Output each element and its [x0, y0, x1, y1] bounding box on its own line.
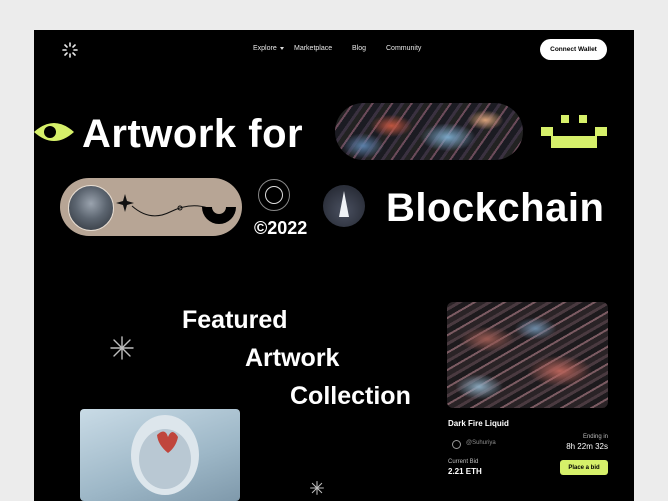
current-bid-label: Current Bid: [448, 459, 479, 465]
nav-marketplace[interactable]: Marketplace: [294, 45, 332, 52]
asterisk-icon: [310, 481, 324, 495]
hero-title-line2: Blockchain: [386, 186, 605, 230]
creator-handle[interactable]: @Suhuriya: [466, 440, 496, 446]
featured-line1: Featured: [182, 306, 288, 334]
curve-line-icon: [131, 205, 209, 217]
nav-explore[interactable]: Explore: [253, 45, 277, 52]
year-label: ©2022: [254, 218, 308, 238]
sail-icon: [339, 191, 349, 217]
creator-icon: [452, 440, 461, 449]
nav-blog[interactable]: Blog: [352, 45, 366, 52]
hero-title-line1: Artwork for: [82, 112, 304, 156]
coin-icon: [258, 179, 290, 211]
chevron-down-icon[interactable]: [280, 47, 284, 50]
statue-artwork-image[interactable]: [80, 409, 240, 501]
dark-fire-liquid-image[interactable]: [447, 302, 608, 408]
half-ring-icon: [202, 200, 236, 224]
artwork-pill: [60, 178, 242, 236]
current-bid-value: 2.21 ETH: [448, 467, 482, 476]
nav-community[interactable]: Community: [386, 45, 421, 52]
logo-icon[interactable]: [62, 42, 78, 58]
eye-icon: [34, 123, 74, 141]
avatar: [68, 185, 114, 231]
ending-label: Ending in: [582, 434, 608, 440]
marble-artwork-pill: [335, 103, 523, 160]
featured-line2: Artwork: [245, 344, 340, 372]
card-title[interactable]: Dark Fire Liquid: [448, 419, 509, 428]
head-figure: [131, 415, 199, 495]
place-bid-button[interactable]: Place a bid: [560, 460, 608, 475]
asterisk-icon: [110, 336, 134, 360]
ending-time: 8h 22m 32s: [566, 442, 608, 451]
connect-wallet-button[interactable]: Connect Wallet: [540, 39, 607, 60]
featured-line3: Collection: [290, 382, 411, 410]
pixel-face-icon: [541, 115, 607, 148]
sail-artwork-circle: [323, 185, 365, 227]
landing-page: Explore Marketplace Blog Community Conne…: [34, 30, 634, 501]
